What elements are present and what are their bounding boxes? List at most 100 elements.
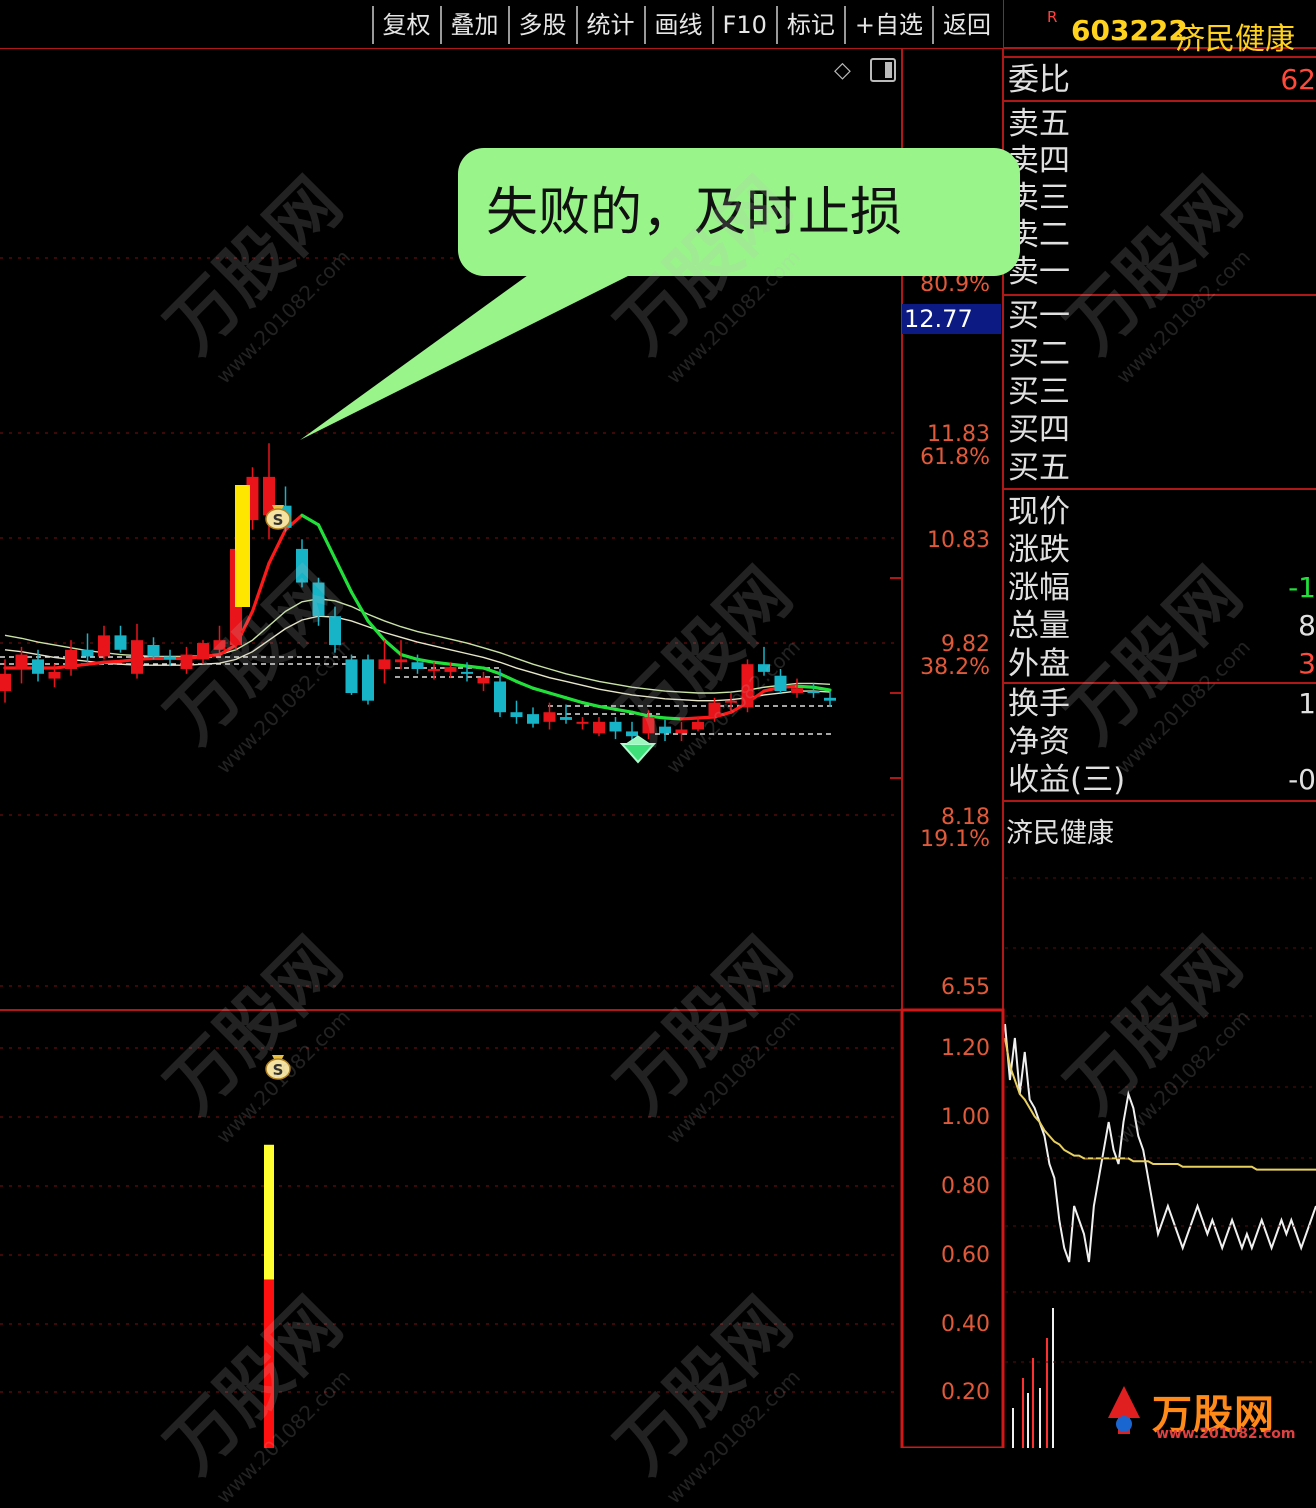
ma-fast-seg-23 [366,619,387,642]
candle-26[interactable] [428,662,440,680]
candle-5[interactable] [81,633,94,663]
candle-body-7 [114,635,127,650]
candle-21[interactable] [345,654,358,695]
candle-body-34 [560,717,572,720]
candle-19[interactable] [312,577,325,626]
candle-9[interactable] [147,637,160,660]
candle-body-24 [395,659,407,663]
candle-46[interactable] [758,646,770,676]
volume-axis-label-0: 1.20 [941,1036,990,1061]
candle-0[interactable] [0,659,11,703]
candle-23[interactable] [378,640,391,684]
diamond-icon[interactable]: ◇ [834,58,851,83]
stat2-label-1: 净资 [1008,724,1070,760]
candle-6[interactable] [98,625,110,660]
candle-body-35 [576,721,589,724]
ma-fast-seg-34 [547,691,568,700]
ma-fast-seg-50 [811,685,832,692]
panel-toggle-icon[interactable] [870,58,896,82]
ask-level-5: 卖五 [1008,106,1070,142]
candle-36[interactable] [593,717,605,737]
quote-sep-weibi [1003,100,1316,102]
candle-body-49 [807,691,820,694]
candle-body-18 [296,548,308,583]
ma-fast-seg-35 [564,696,585,705]
toolbar-button-5[interactable]: F10 [711,6,776,44]
toolbar-button-7[interactable]: +自选 [843,6,932,44]
volume-axis-label-5: 0.20 [941,1380,990,1405]
candle-18[interactable] [296,539,308,588]
candle-32[interactable] [527,707,539,728]
candle-12[interactable] [197,640,209,665]
bid-level-4: 买四 [1008,412,1070,448]
candle-31[interactable] [510,700,523,724]
stat-label-4: 外盘 [1008,646,1070,682]
candle-body-40 [659,726,671,734]
toolbar-button-1[interactable]: 叠加 [439,6,508,44]
candle-body-36 [593,721,605,734]
candle-body-42 [692,721,704,730]
candle-29[interactable] [477,671,490,692]
candle-48[interactable] [791,678,803,698]
candle-40[interactable] [659,719,671,742]
candle-body-32 [527,714,539,724]
intraday-title: 济民健康 [1006,818,1114,849]
ma-fast-seg-41 [663,716,684,721]
ma-fast-seg-19 [300,513,321,527]
bid-level-5: 买五 [1008,450,1070,486]
candle-body-23 [378,659,391,669]
stock-name[interactable]: 济民健康 [1175,14,1295,58]
toolbar-button-3[interactable]: 统计 [575,6,644,44]
candle-body-33 [543,712,556,722]
candle-37[interactable] [609,717,622,740]
money-bag-icon-volume: S [265,1055,291,1080]
candle-47[interactable] [774,668,787,694]
ma-fast-seg-43 [696,715,717,720]
price-axis-pct-3: 38.2% [920,655,990,680]
candle-8[interactable] [131,623,143,679]
volume-axis-label-3: 0.60 [941,1243,990,1268]
ma-line-mid [4,598,831,694]
toolbar-button-2[interactable]: 多股 [507,6,576,44]
candle-body-8 [131,640,143,674]
candle-22[interactable] [362,654,374,705]
kline-workspace: SS 复权 叠加 多股 统计 画线 F10 标记 +自选 返回 ◇ R 603222 济民健康 … [0,0,1316,1508]
ma-fast-seg-21 [333,556,354,594]
candle-11[interactable] [180,646,193,674]
volume-bar-upper-0 [264,1144,274,1280]
toolbar-buttons: 复权 叠加 多股 统计 画线 F10 标记 +自选 返回 [371,6,1000,44]
price-axis-value-5: 6.55 [941,975,990,1000]
candle-body-4 [65,649,77,669]
current-price-marker: 12.77 [902,304,1001,334]
stock-code[interactable]: 603222 [1071,14,1188,47]
candle-35[interactable] [576,717,589,730]
weibi-value: 62 [1280,63,1316,96]
candle-45[interactable] [741,659,754,713]
stat2-label-0: 换手 [1008,686,1070,722]
volume-axis-label-1: 1.00 [941,1105,990,1130]
toolbar-button-0[interactable]: 复权 [371,6,440,44]
candle-20[interactable] [329,606,341,653]
candle-body-28 [461,671,473,674]
candle-body-19 [312,582,325,617]
ma-fast-seg-20 [316,523,337,561]
ma-fast-seg-32 [514,679,535,690]
ma-fast-seg-17 [267,528,288,565]
candle-body-9 [147,644,160,657]
candle-41[interactable] [675,721,688,742]
candle-4[interactable] [65,640,77,676]
ma-fast-seg-26 [415,657,436,664]
candle-50[interactable] [824,691,836,707]
candle-7[interactable] [114,625,127,653]
toolbar-button-8[interactable]: 返回 [932,6,1000,44]
price-axis-value-2: 10.83 [927,528,990,553]
toolbar-button-4[interactable]: 画线 [643,6,712,44]
ma-fast-seg-7 [102,659,123,664]
svg-text:S: S [273,511,284,529]
candle-body-20 [329,616,341,645]
candle-body-29 [477,677,490,684]
toolbar-button-6[interactable]: 标记 [775,6,844,44]
ma-fast-seg-25 [399,652,420,661]
candle-33[interactable] [543,702,556,730]
ma-fast-seg-39 [630,710,651,718]
